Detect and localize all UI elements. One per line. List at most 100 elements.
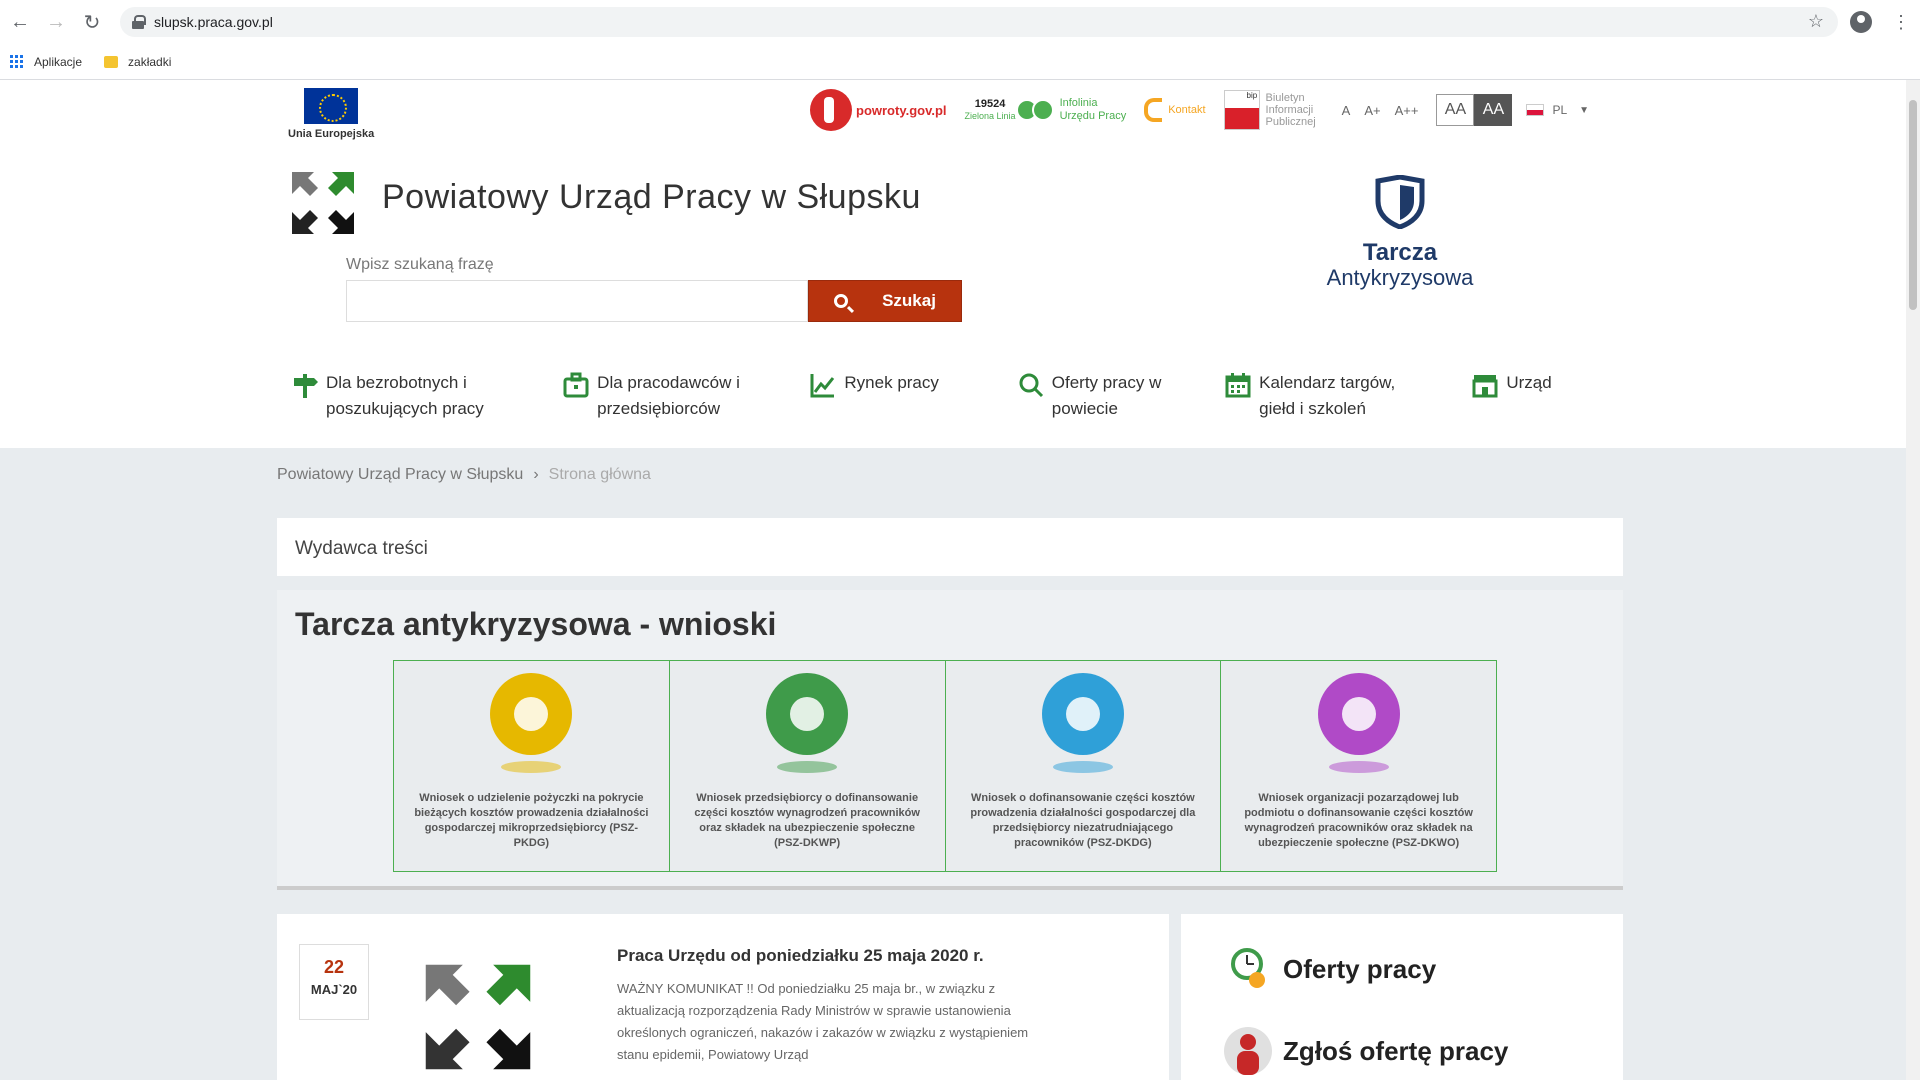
handset-icon — [1144, 98, 1163, 122]
submit-job-offer-link[interactable]: Zgłoś ofertę pracy — [1223, 1026, 1508, 1076]
card-text: Wniosek organizacji pozarządowej lub pod… — [1244, 792, 1473, 849]
infolinia-number-text: 19524 — [974, 98, 1006, 110]
nav-rynek-pracy[interactable]: Rynek pracy — [810, 370, 1017, 434]
contrast-normal-button[interactable]: AA — [1436, 94, 1475, 126]
eu-label: Unia Europejska — [288, 128, 375, 140]
search-button-label: Szukaj — [882, 291, 936, 310]
nav-bezrobotni[interactable]: Dla bezrobotnych i poszukujących pracy — [292, 370, 563, 434]
nav-kalendarz[interactable]: Kalendarz targów, giełd i szkoleń — [1225, 370, 1472, 434]
powroty-text: powroty.gov.pl — [856, 102, 947, 118]
poland-flag-icon — [1526, 104, 1545, 116]
tarcza-section: Tarcza antykryzysowa - wnioski Wniosek o… — [277, 590, 1623, 890]
font-size-normal[interactable]: A — [1342, 103, 1351, 118]
powroty-link[interactable]: powroty.gov.pl — [810, 89, 947, 131]
lock-icon — [132, 15, 146, 29]
news-title-link[interactable]: Praca Urzędu od poniedziałku 25 maja 202… — [617, 946, 984, 966]
phone-icon — [1015, 99, 1054, 121]
virus-yellow-icon — [490, 673, 573, 755]
language-label: PL — [1552, 103, 1568, 117]
infolinia-number: 19524 Zielona Linia — [965, 98, 1016, 122]
kontakt-text: Kontakt — [1168, 104, 1206, 116]
page-scrollbar[interactable] — [1906, 80, 1920, 1080]
contrast-high-button[interactable]: AA — [1474, 94, 1513, 126]
breadcrumb: Powiatowy Urząd Pracy w Słupsku › Strona g… — [277, 466, 651, 484]
icon-shadow — [501, 761, 562, 773]
nav-label: Dla bezrobotnych i poszukujących pracy — [326, 373, 484, 418]
url-text: slupsk.praca.gov.pl — [154, 14, 273, 30]
nav-label: Urząd — [1506, 373, 1552, 392]
font-size-xlarge[interactable]: A++ — [1395, 103, 1419, 118]
reload-icon[interactable]: ↻ — [74, 4, 110, 40]
nav-urzad[interactable]: Urząd — [1472, 370, 1592, 434]
profile-icon[interactable] — [1850, 11, 1872, 33]
breadcrumb-current: Strona główna — [548, 466, 651, 483]
kontakt-link[interactable]: Kontakt — [1144, 98, 1206, 122]
card-text: Wniosek przedsiębiorcy o dofinansowanie … — [694, 792, 920, 849]
address-bar[interactable]: slupsk.praca.gov.pl ☆ — [120, 7, 1838, 37]
infolinia-line1: Infolinia — [1059, 97, 1098, 109]
nav-label: Dla pracodawców i przedsiębiorców — [597, 373, 740, 418]
browser-toolbar: ← → ↻ slupsk.praca.gov.pl ☆ ⋮ — [0, 0, 1920, 44]
contrast-controls: AA AA — [1436, 94, 1513, 126]
application-cards: Wniosek o udzielenie pożyczki na pokryci… — [393, 660, 1497, 872]
date-month: MAJ`20 — [310, 982, 358, 997]
apps-grid-icon — [10, 54, 24, 69]
application-card[interactable]: Wniosek o dofinansowanie części kosztów … — [945, 661, 1222, 871]
menu-icon[interactable]: ⋮ — [1892, 12, 1910, 33]
side-item-label: Oferty pracy — [1283, 953, 1437, 984]
nav-label: Kalendarz targów, giełd i szkoleń — [1259, 373, 1396, 418]
nav-oferty-pracy[interactable]: Oferty pracy w powiecie — [1018, 370, 1225, 434]
bookmark-label: zakładki — [128, 54, 172, 69]
tarcza-antykryzysowa-logo[interactable]: Tarcza Antykryzysowa — [1310, 174, 1490, 290]
application-card[interactable]: Wniosek przedsiębiorcy o dofinansowanie … — [669, 661, 946, 871]
chart-icon — [810, 374, 835, 398]
news-panel: 22 MAJ`20 Praca Urzędu od poniedziałku 2… — [277, 914, 1169, 1080]
icon-shadow — [777, 761, 838, 773]
powroty-logo-icon — [810, 89, 852, 131]
icon-shadow — [1052, 761, 1113, 773]
search-button[interactable]: Szukaj — [808, 280, 962, 322]
virus-purple-icon — [1317, 673, 1400, 755]
language-select[interactable]: PL ▼ — [1526, 103, 1589, 117]
briefcase-icon — [563, 372, 589, 398]
bip-text: Biuletyn Informacji Publicznej — [1266, 92, 1316, 128]
nav-pracodawcy[interactable]: Dla pracodawców i przedsiębiorców — [563, 370, 810, 434]
application-card[interactable]: Wniosek organizacji pozarządowej lub pod… — [1221, 661, 1496, 871]
scrollbar-thumb[interactable] — [1909, 100, 1917, 310]
nav-label: Oferty pracy w powiecie — [1051, 373, 1162, 418]
font-size-large[interactable]: A+ — [1364, 103, 1380, 118]
pup-logo-icon[interactable] — [419, 958, 537, 1076]
job-offers-link[interactable]: Oferty pracy — [1223, 944, 1436, 994]
web-page: Unia Europejska powroty.gov.pl 19524 Zie… — [0, 80, 1906, 1080]
bip-badge: bip — [1246, 91, 1258, 100]
site-header: Unia Europejska powroty.gov.pl 19524 Zie… — [0, 80, 1906, 448]
content-publisher-panel: Wydawca treści — [277, 518, 1623, 576]
tarcza-subtitle: Antykryzysowa — [1326, 265, 1474, 290]
signpost-icon — [294, 374, 318, 398]
bookmark-folder[interactable]: zakładki — [104, 55, 171, 69]
application-card[interactable]: Wniosek o udzielenie pożyczki na pokryci… — [394, 661, 670, 871]
search-icon — [1019, 373, 1043, 398]
bookmark-apps[interactable]: Aplikacje — [10, 54, 82, 69]
bip-link[interactable]: bip Biuletyn Informacji Publicznej — [1223, 90, 1316, 130]
quick-links-panel: Oferty pracy Zgłoś ofertę pracy — [1181, 914, 1623, 1080]
breadcrumb-home-link[interactable]: Powiatowy Urząd Pracy w Słupsku — [277, 466, 523, 483]
news-excerpt: WAŻNY KOMUNIKAT !! Od poniedziałku 25 ma… — [617, 981, 1029, 1062]
bip-line1: Biuletyn — [1265, 92, 1305, 104]
infolinia-link[interactable]: 19524 Zielona Linia Infolinia Urzędu Pra… — [965, 97, 1127, 123]
search-input[interactable] — [346, 280, 808, 322]
chevron-down-icon: ▼ — [1579, 104, 1590, 116]
date-day: 22 — [323, 957, 345, 977]
back-icon[interactable]: ← — [2, 4, 38, 40]
forward-icon[interactable]: → — [38, 4, 74, 40]
top-links: powroty.gov.pl 19524 Zielona Linia Infol… — [810, 89, 1589, 131]
clock-badge-icon — [1231, 948, 1265, 988]
pup-logo-icon[interactable] — [288, 168, 358, 238]
person-icon — [1224, 1027, 1272, 1075]
bip-logo-icon: bip — [1223, 90, 1260, 130]
main-navigation: Dla bezrobotnych i poszukujących pracy D… — [292, 370, 1592, 434]
bookmarks-bar: Aplikacje zakładki — [0, 44, 1920, 80]
bip-line2: Informacji — [1265, 104, 1314, 116]
site-title[interactable]: Powiatowy Urząd Pracy w Słupsku — [382, 178, 921, 217]
star-icon[interactable]: ☆ — [1808, 11, 1824, 32]
